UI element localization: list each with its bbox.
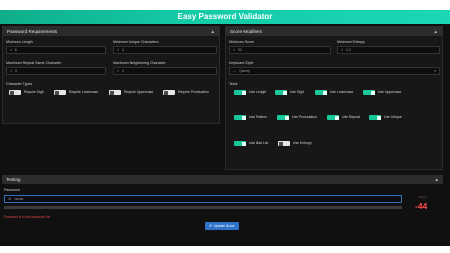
number-icon: # bbox=[10, 48, 12, 52]
keyboard-style-label: Keyboard Style bbox=[229, 61, 254, 65]
min-score-label: Minimum Score bbox=[229, 40, 254, 44]
app-window: Easy Password Validator Password Require… bbox=[0, 10, 450, 246]
max-repeat-label: Maximum Repeat Same Character bbox=[6, 61, 62, 65]
password-requirements-panel: Password Requirements ▲ Minimum Length #… bbox=[2, 26, 220, 124]
chevron-down-icon: ▾ bbox=[434, 69, 436, 73]
min-length-label: Minimum Length bbox=[6, 40, 33, 44]
collapse-icon[interactable]: ▲ bbox=[211, 27, 215, 36]
error-message: Password is in bad password list bbox=[4, 215, 51, 219]
max-repeat-input[interactable]: #3 bbox=[6, 67, 106, 75]
panel-header-testing[interactable]: Testing ▲ bbox=[2, 175, 443, 184]
min-unique-label: Minimum Unique Characters bbox=[113, 40, 159, 44]
max-neighbor-label: Maximum Neighboring Character bbox=[113, 61, 166, 65]
min-entropy-input[interactable]: #2.0 bbox=[337, 46, 440, 54]
collapse-icon[interactable]: ▲ bbox=[435, 175, 439, 184]
collapse-icon[interactable]: ▲ bbox=[434, 27, 438, 36]
score-modifiers-panel: Score Modifiers ▲ Minimum Score #90 Mini… bbox=[225, 26, 443, 170]
character-types-label: Character Types bbox=[6, 82, 33, 86]
min-score-input[interactable]: #90 bbox=[229, 46, 331, 54]
score-label: Score bbox=[419, 195, 427, 199]
panel-title: Score Modifiers bbox=[230, 29, 262, 34]
number-icon: # bbox=[233, 48, 235, 52]
min-length-input[interactable]: #6 bbox=[6, 46, 106, 54]
min-unique-input[interactable]: #4 bbox=[113, 46, 217, 54]
max-neighbor-input[interactable]: #4 bbox=[113, 67, 217, 75]
panel-header-modifiers[interactable]: Score Modifiers ▲ bbox=[226, 27, 442, 36]
app-title: Easy Password Validator bbox=[0, 10, 450, 24]
keyboard-style-select[interactable]: ▭ Qwerty ▾ bbox=[229, 67, 440, 75]
panel-title: Testing bbox=[6, 177, 21, 182]
lock-icon: ⌘ bbox=[8, 197, 12, 201]
password-label: Password bbox=[4, 188, 20, 192]
score-value: -44 bbox=[415, 201, 428, 211]
keyboard-icon: ▭ bbox=[233, 69, 237, 73]
number-icon: # bbox=[117, 48, 119, 52]
min-entropy-label: Minimum Entropy bbox=[337, 40, 365, 44]
update-score-button[interactable]: ⟳ Update Score bbox=[205, 222, 239, 230]
refresh-icon: ⟳ bbox=[209, 224, 213, 228]
panel-header-requirements[interactable]: Password Requirements ▲ bbox=[3, 27, 219, 36]
tests-label: Tests bbox=[229, 82, 238, 86]
strength-bar bbox=[4, 206, 402, 209]
password-input[interactable]: ⌘ ••••••• bbox=[4, 195, 402, 203]
number-icon: # bbox=[117, 69, 119, 73]
panel-title: Password Requirements bbox=[7, 29, 58, 34]
number-icon: # bbox=[10, 69, 12, 73]
number-icon: # bbox=[341, 48, 343, 52]
